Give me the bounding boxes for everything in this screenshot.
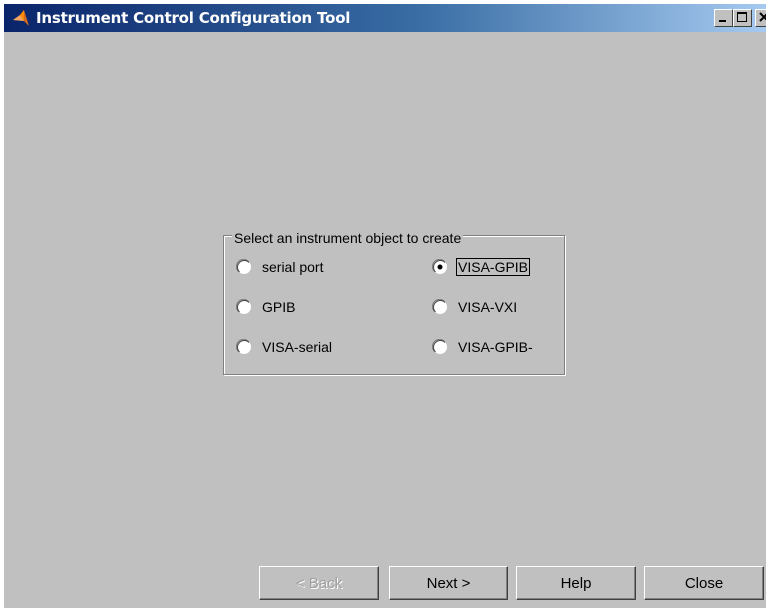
radio-unselected-icon <box>236 339 251 354</box>
radio-label: VISA-GPIB <box>455 258 531 276</box>
radio-unselected-icon <box>236 259 251 274</box>
radio-label: VISA-serial <box>262 339 333 355</box>
close-icon <box>759 12 766 22</box>
radio-serial-port[interactable]: serial port <box>236 256 324 278</box>
close-button[interactable]: Close <box>644 566 764 600</box>
back-button[interactable]: < Back <box>259 566 379 600</box>
radio-gpib[interactable]: GPIB <box>236 296 296 318</box>
radio-label: serial port <box>262 259 324 275</box>
radio-label: VISA-VXI <box>458 299 518 315</box>
title-bar[interactable]: Instrument Control Configuration Tool <box>4 4 766 32</box>
group-title: Select an instrument object to create <box>232 230 464 246</box>
radio-label: GPIB <box>262 299 296 315</box>
minimize-icon <box>719 20 726 22</box>
radio-visa-serial[interactable]: VISA-serial <box>236 336 333 358</box>
radio-unselected-icon <box>432 299 447 314</box>
maximize-button[interactable] <box>733 9 752 27</box>
maximize-icon <box>737 12 747 22</box>
matlab-logo-icon <box>13 10 29 26</box>
window-title: Instrument Control Configuration Tool <box>36 9 351 27</box>
help-button[interactable]: Help <box>516 566 636 600</box>
radio-label: VISA-GPIB- <box>458 339 533 355</box>
minimize-button[interactable] <box>714 9 733 27</box>
radio-unselected-icon <box>432 339 447 354</box>
radio-selected-icon <box>432 259 447 274</box>
radio-unselected-icon <box>236 299 251 314</box>
next-button[interactable]: Next > <box>389 566 508 600</box>
radio-visa-gpib[interactable]: VISA-GPIB <box>432 256 531 278</box>
close-window-button[interactable] <box>755 9 766 27</box>
app-window: Instrument Control Configuration Tool Se… <box>4 4 766 608</box>
radio-visa-gpib-vxi[interactable]: VISA-GPIB- <box>432 336 534 358</box>
radio-visa-vxi[interactable]: VISA-VXI <box>432 296 518 318</box>
